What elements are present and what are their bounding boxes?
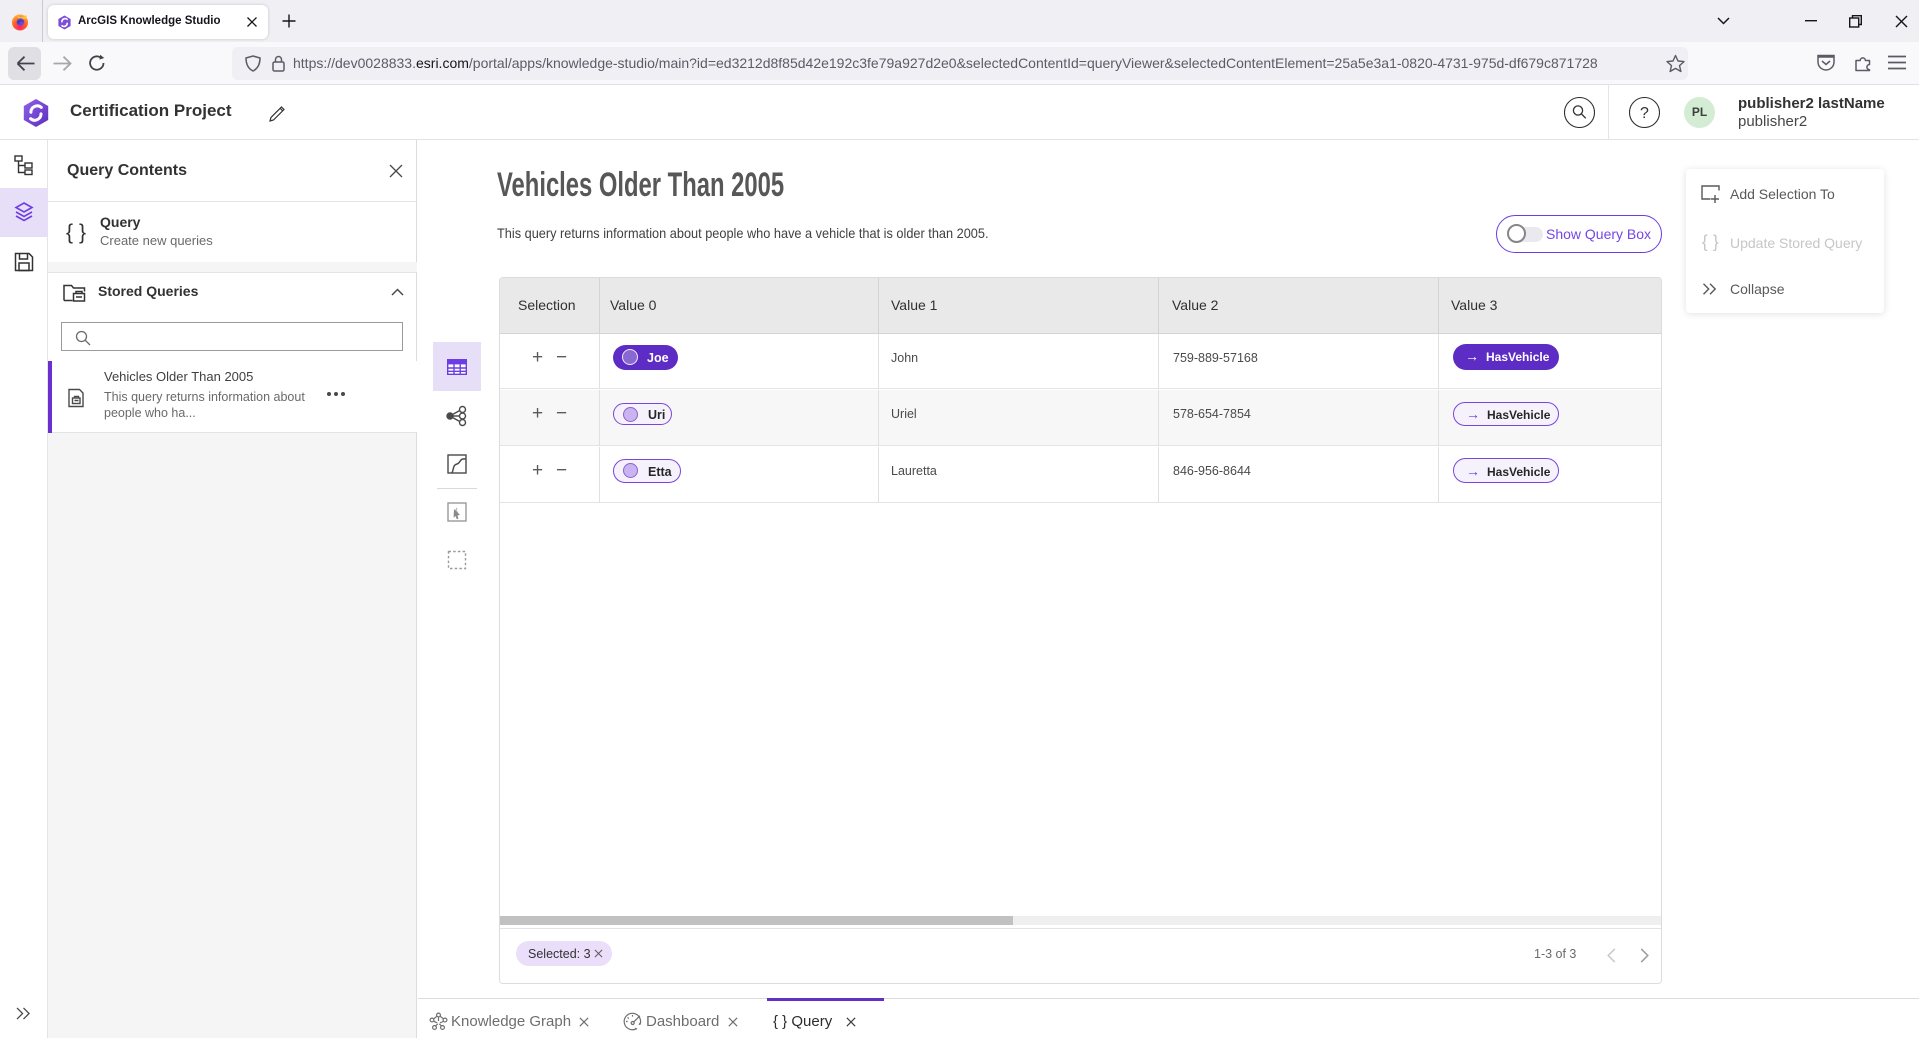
svg-text:{: { (66, 221, 73, 244)
svg-text:{: { (1702, 232, 1708, 252)
svg-text:?: ? (1640, 105, 1649, 122)
svg-text:}: } (1713, 232, 1719, 252)
svg-text:}: } (79, 221, 86, 244)
